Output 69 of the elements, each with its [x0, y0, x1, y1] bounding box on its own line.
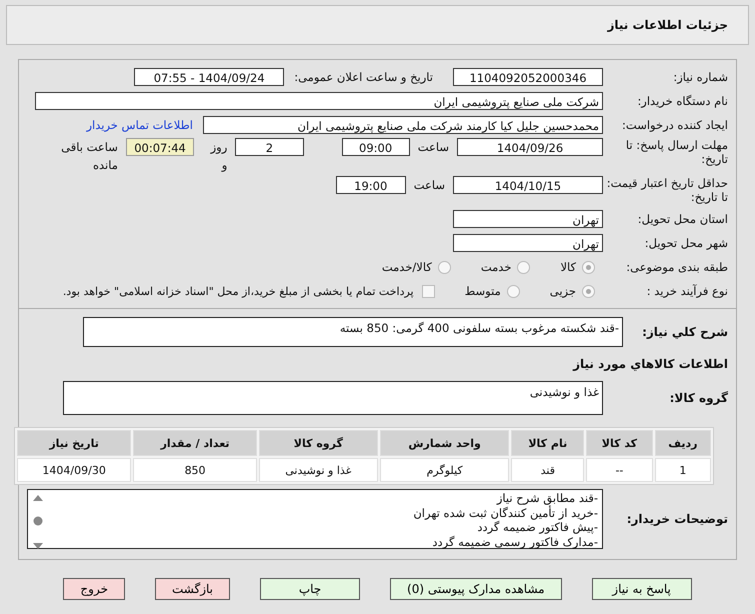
- radio-button[interactable]: [517, 260, 530, 274]
- radio-label: کالا: [560, 260, 576, 274]
- field-label: حداقل تاریخ اعتبار قیمت: تا تاریخ:: [606, 176, 728, 204]
- province-field: تهران: [453, 210, 603, 228]
- table-cell: غذا و نوشیدنی: [258, 458, 378, 482]
- field-label: ساعت: [414, 177, 445, 194]
- section-title: اطلاعات کالاهاي مورد نياز: [573, 357, 728, 371]
- city-field: تهران: [453, 234, 603, 252]
- announce-date-field: 1404/09/24 - 07:55: [134, 68, 284, 86]
- field-label: ساعت باقی مانده: [60, 139, 118, 174]
- field-label: شرح کلي نياز:: [641, 325, 728, 339]
- column-header: واحد شمارش: [380, 430, 510, 456]
- field-label: شماره نیاز:: [672, 70, 728, 84]
- field-label: روز و: [209, 139, 228, 174]
- field-label: طبقه بندی موضوعی:: [625, 260, 728, 274]
- field-label: مهلت ارسال پاسخ: تا تاریخ:: [624, 138, 728, 166]
- table-cell: --: [586, 458, 653, 482]
- column-header: گروه کالا: [258, 430, 378, 456]
- note-line: -مدارک فاکتور رسمی ضمیمه گردد: [431, 534, 598, 549]
- radio-label: کالا/خدمت: [382, 260, 432, 274]
- note-line: -پیش فاکتور ضمیمه گردد: [476, 520, 598, 534]
- column-header: نام کالا: [511, 430, 584, 456]
- field-label: استان محل تحویل:: [636, 212, 728, 226]
- note-line: -خرید از تأمین کنندگان ثبت شده تهران: [412, 506, 598, 520]
- column-header: ردیف: [654, 430, 711, 456]
- column-header: تاریخ نیاز: [17, 430, 132, 456]
- action-button[interactable]: مشاهده مدارک پیوستی (0): [390, 578, 562, 600]
- action-button[interactable]: بازگشت: [155, 578, 230, 600]
- validity-time-field: 19:00: [336, 176, 406, 194]
- table-cell: 850: [133, 458, 257, 482]
- buyer-field: شرکت ملی صنایع پتروشیمی ایران: [35, 92, 603, 110]
- table-cell: کیلوگرم: [380, 458, 510, 482]
- table-cell: 1: [654, 458, 711, 482]
- field-label: شهر محل تحویل:: [644, 236, 728, 250]
- field-label: ایجاد کننده درخواست:: [621, 118, 728, 132]
- action-button[interactable]: پاسخ به نیاز: [592, 578, 692, 600]
- field-label: نوع فرآیند خرید :: [646, 284, 728, 298]
- column-header: کد کالا: [586, 430, 653, 456]
- checkbox-label: پرداخت تمام یا بخشی از مبلغ خرید،از محل "اسناد خزانه اسلامی" خواهد بود.: [62, 284, 414, 298]
- radio-button[interactable]: [582, 260, 595, 274]
- checkbox[interactable]: [422, 284, 435, 298]
- need-number-field: 1104092052000346: [453, 68, 603, 86]
- field-label: توضیحات خریدار:: [626, 512, 728, 526]
- radio-label: جزیی: [550, 284, 576, 298]
- field-label: تاریخ و ساعت اعلان عمومی:: [294, 70, 433, 84]
- radio-label: متوسط: [464, 284, 501, 298]
- action-button[interactable]: چاپ: [260, 578, 360, 600]
- days-field: 2: [235, 138, 304, 156]
- action-button[interactable]: خروج: [63, 578, 125, 600]
- field-label: نام دستگاه خریدار:: [636, 94, 728, 108]
- table-cell: قند: [511, 458, 584, 482]
- table-cell: 1404/09/30: [17, 458, 132, 482]
- field-label: گروه کالا:: [668, 391, 728, 405]
- radio-button[interactable]: [438, 260, 451, 274]
- deadline-date-field: 1404/09/26: [457, 138, 603, 156]
- radio-label: خدمت: [480, 260, 512, 274]
- deadline-time-field: 09:00: [342, 138, 410, 156]
- page-title: جزئیات اطلاعات نیاز: [607, 18, 728, 32]
- requester-field: محمدحسین جلیل کیا کارمند شرکت ملی صنایع پتروشیمی ایران: [203, 116, 603, 134]
- validity-date-field: 1404/10/15: [453, 176, 603, 194]
- remaining-time-field: 00:07:44: [126, 138, 194, 156]
- goods-group-field: غذا و نوشیدنی: [63, 381, 603, 415]
- radio-button[interactable]: [582, 284, 595, 298]
- field-label: ساعت: [418, 139, 450, 156]
- description-field: -قند شکسته مرغوب بسته سلفونی 400 گرمی: 850 بسته: [83, 317, 623, 347]
- column-header: تعداد / مقدار: [133, 430, 257, 456]
- note-line: -قند مطابق شرح نیاز: [495, 491, 598, 505]
- contact-link[interactable]: اطلاعات تماس خریدار: [86, 118, 193, 132]
- radio-button[interactable]: [506, 284, 520, 298]
